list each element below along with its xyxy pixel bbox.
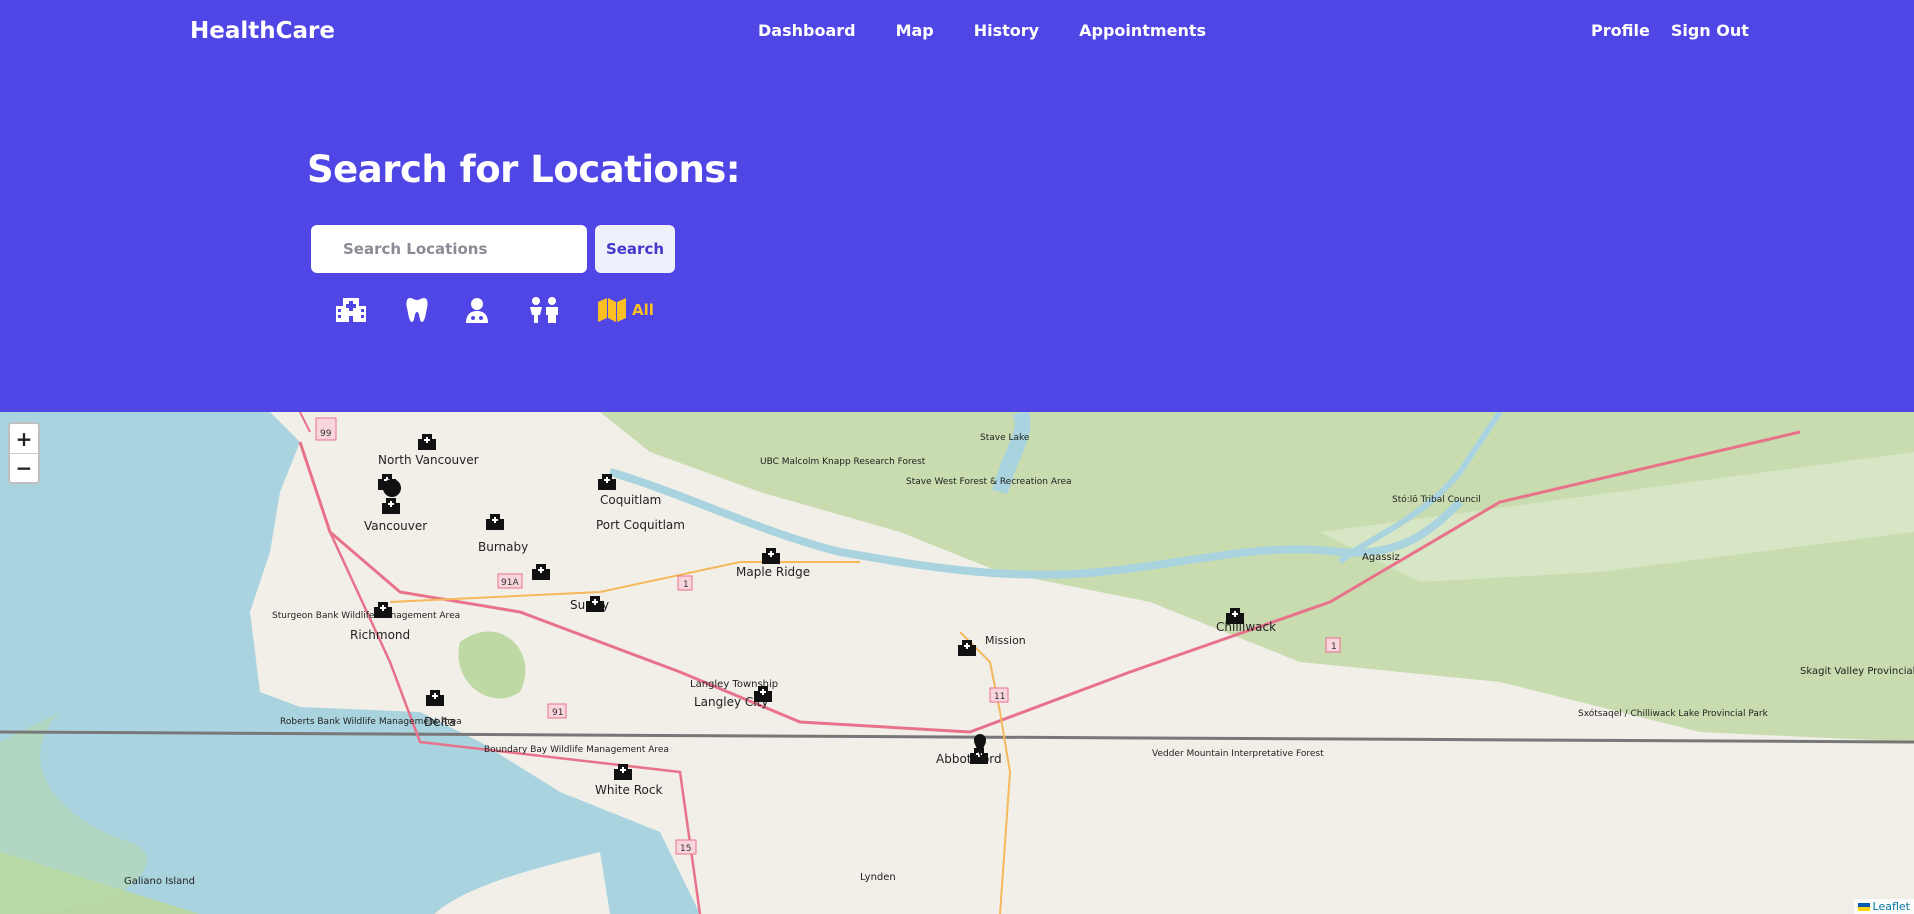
header: HealthCare Dashboard Map History Appoint… [0, 0, 1914, 412]
map-attribution: Leaflet [1853, 899, 1914, 914]
brand-logo[interactable]: HealthCare [190, 18, 335, 44]
highway-91: 91 [552, 708, 563, 718]
place-north-vancouver: North Vancouver [378, 453, 479, 467]
map-tiles: North Vancouver Vancouver Burnaby Coquit… [0, 412, 1914, 914]
zoom-out-button[interactable]: − [10, 453, 38, 482]
map-icon [598, 298, 626, 322]
nav-appointments[interactable]: Appointments [1079, 21, 1206, 40]
filter-doctors[interactable] [465, 294, 489, 326]
place-vancouver: Vancouver [364, 519, 427, 533]
place-port-coquitlam: Port Coquitlam [596, 518, 685, 532]
place-stave-west: Stave West Forest & Recreation Area [906, 477, 1072, 487]
place-skagit: Skagit Valley Provincial Park [1800, 666, 1914, 677]
place-boundary-bay: Boundary Bay Wildlife Management Area [484, 745, 669, 755]
highway-99: 99 [320, 429, 332, 439]
nav-dashboard[interactable]: Dashboard [758, 21, 856, 40]
place-burnaby: Burnaby [478, 540, 528, 554]
search-title: Search for Locations: [307, 148, 741, 191]
cluster-marker[interactable] [383, 479, 401, 497]
nav-sign-out[interactable]: Sign Out [1671, 21, 1749, 40]
place-coquitlam: Coquitlam [600, 493, 661, 507]
ukraine-flag-icon [1857, 903, 1870, 911]
filter-hospitals[interactable] [335, 294, 367, 326]
zoom-in-button[interactable]: + [10, 424, 38, 453]
nav-map[interactable]: Map [896, 21, 934, 40]
filter-dental[interactable] [406, 294, 428, 326]
search-input[interactable] [311, 225, 587, 273]
map-view[interactable]: North Vancouver Vancouver Burnaby Coquit… [0, 412, 1914, 914]
place-lynden: Lynden [860, 872, 896, 883]
nav-profile[interactable]: Profile [1591, 21, 1650, 40]
family-icon [530, 297, 558, 323]
user-nav: Profile Sign Out [1591, 21, 1749, 40]
nav-history[interactable]: History [974, 21, 1039, 40]
hospital-icon [336, 298, 366, 322]
place-roberts-bank: Roberts Bank Wildlife Management Area [280, 717, 462, 727]
filter-all[interactable]: All [598, 294, 654, 326]
highway-1-west: 1 [683, 580, 689, 590]
search-button[interactable]: Search [595, 225, 675, 273]
place-stave-lake: Stave Lake [980, 433, 1030, 443]
place-agassiz: Agassiz [1362, 552, 1400, 563]
place-ubc-forest: UBC Malcolm Knapp Research Forest [760, 457, 926, 467]
place-sto-lo: Stó:lō Tribal Council [1392, 494, 1481, 505]
attribution-link[interactable]: Leaflet [1873, 900, 1910, 913]
zoom-control: + − [8, 422, 40, 484]
place-abbotsford: Abbotsford [936, 752, 1002, 766]
place-maple-ridge: Maple Ridge [736, 565, 810, 579]
place-mission: Mission [985, 634, 1026, 647]
place-chilliwack: Chilliwack [1216, 620, 1276, 634]
highway-91a: 91A [501, 578, 519, 588]
place-galiano-island: Galiano Island [124, 876, 195, 887]
place-richmond: Richmond [350, 628, 410, 642]
highway-11: 11 [994, 692, 1005, 702]
filter-all-label: All [632, 301, 654, 319]
highway-1-east: 1 [1331, 642, 1337, 652]
place-white-rock: White Rock [595, 783, 662, 797]
place-sturgeon-bank: Sturgeon Bank Wildlife Management Area [272, 611, 460, 621]
tooth-icon [406, 298, 428, 322]
doctor-icon [466, 298, 488, 323]
filter-family[interactable] [528, 294, 560, 326]
main-nav: Dashboard Map History Appointments [758, 21, 1206, 40]
place-vedder: Vedder Mountain Interpretative Forest [1152, 749, 1324, 759]
place-chilliwack-lake: Sxótsaqel / Chilliwack Lake Provincial P… [1578, 708, 1769, 719]
highway-15: 15 [680, 844, 691, 854]
